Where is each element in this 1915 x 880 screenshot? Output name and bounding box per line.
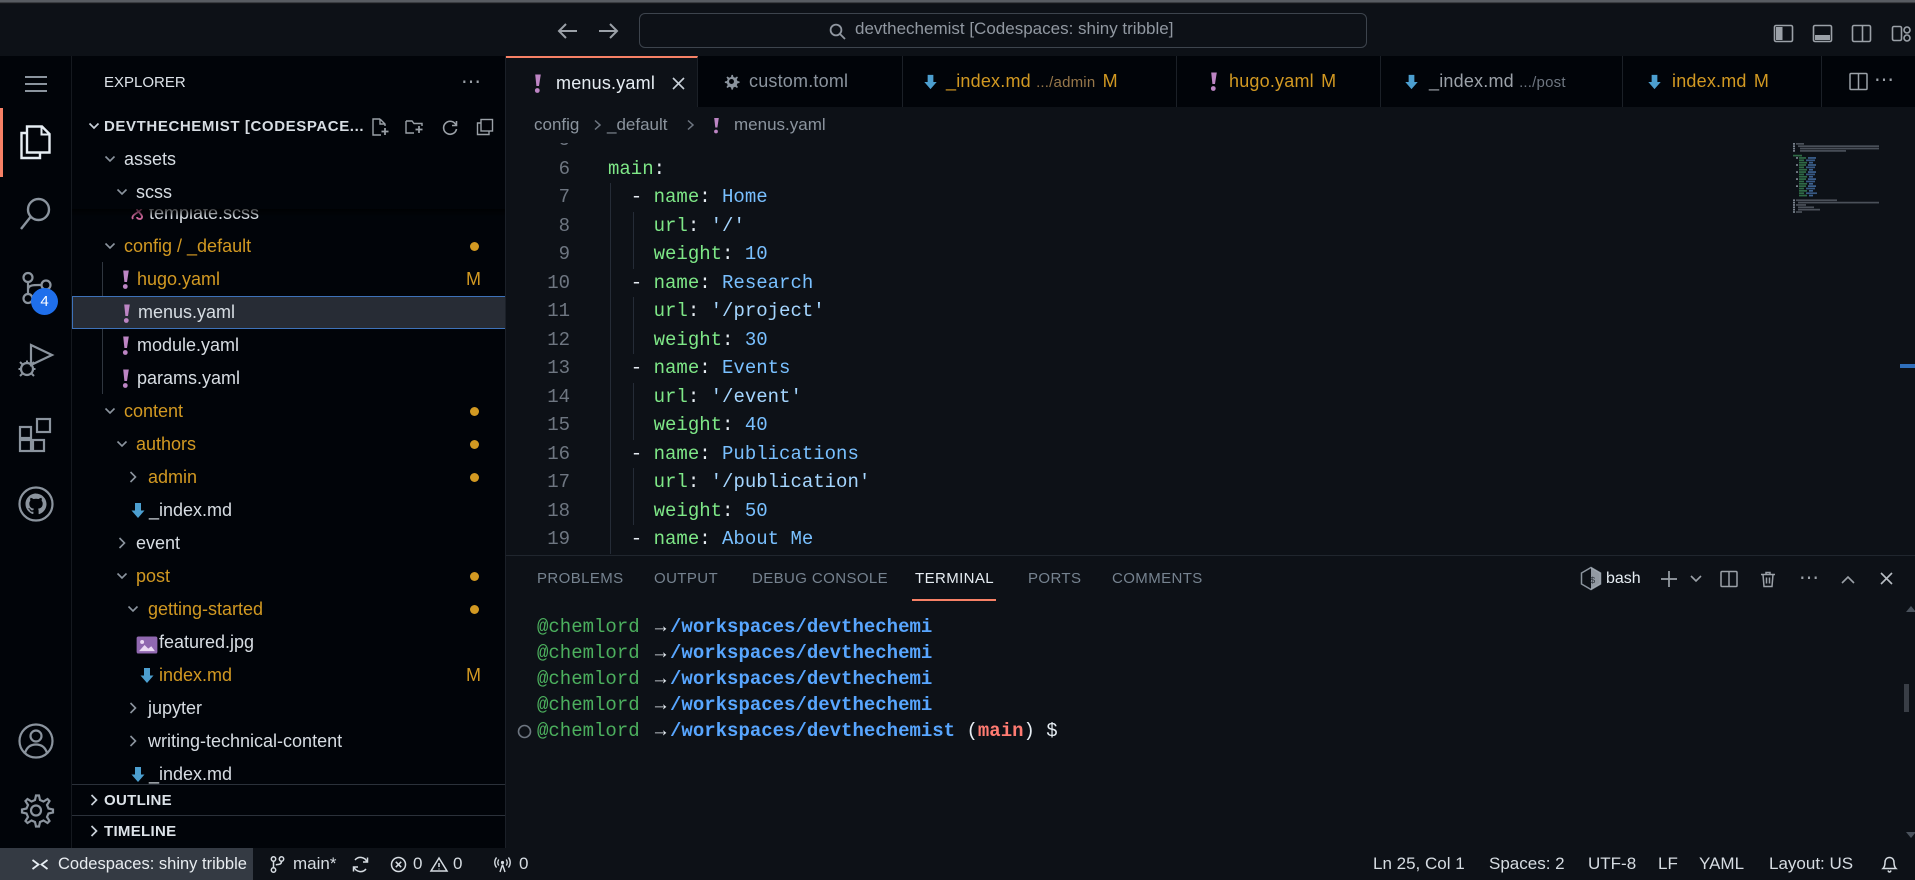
svg-text:$: $ [1590, 576, 1596, 586]
